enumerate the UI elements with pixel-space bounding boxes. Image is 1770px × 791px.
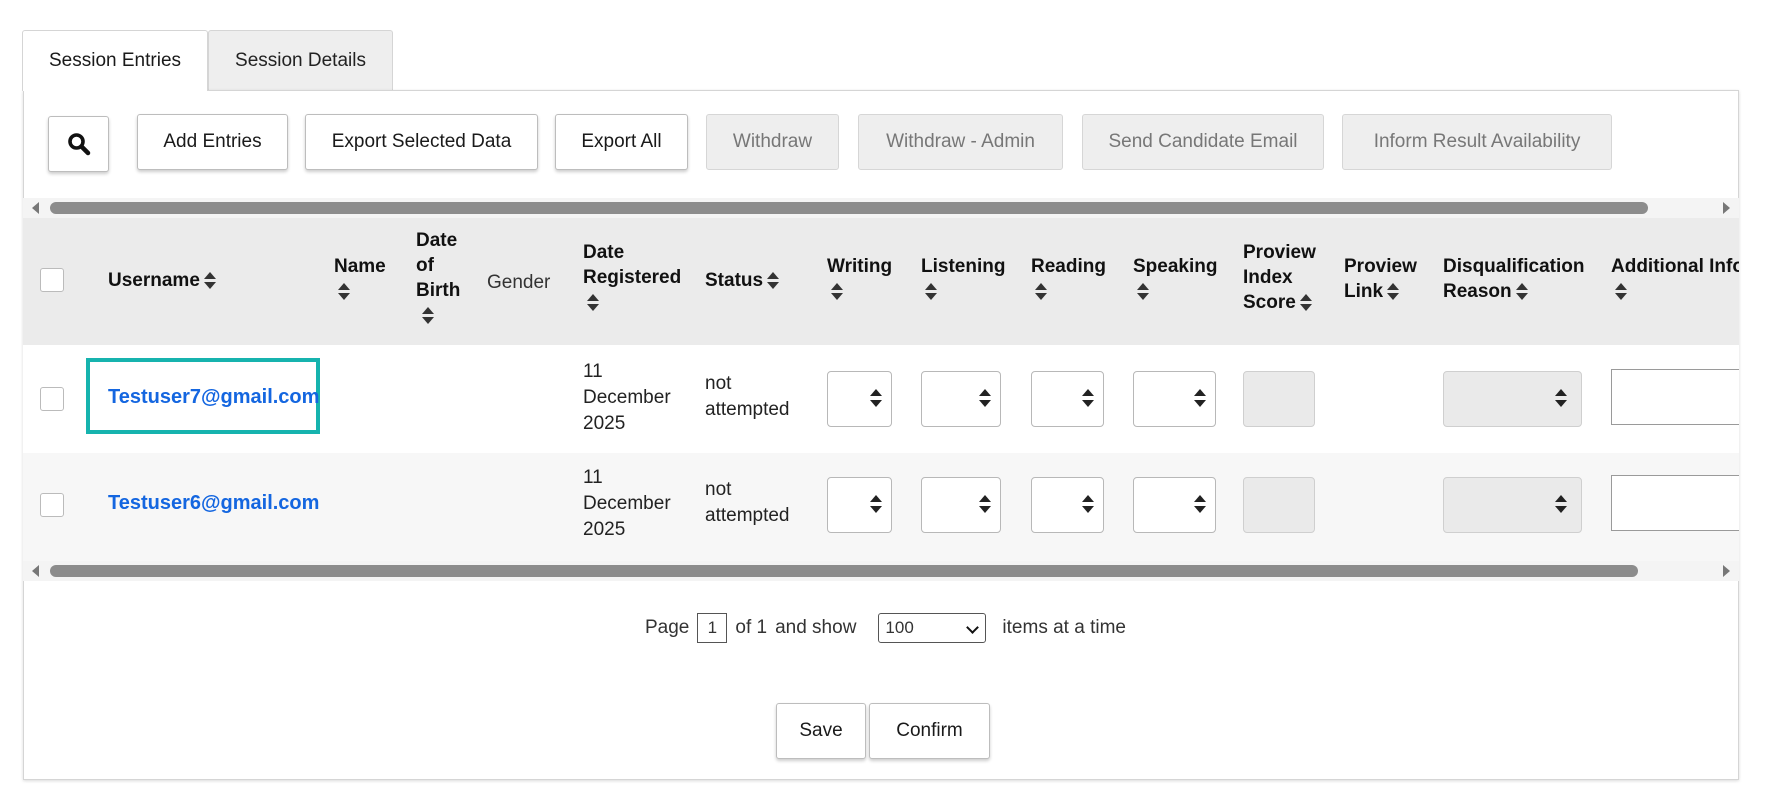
status-cell: not attempted [705,479,790,526]
table-row: Testuser6@gmail.com 11 December 2025 not… [23,453,1739,561]
confirm-button[interactable]: Confirm [869,703,990,759]
writing-score-input[interactable] [827,371,892,427]
add-entries-button[interactable]: Add Entries [137,114,288,170]
reading-score-input[interactable] [1031,477,1104,533]
sort-icon[interactable] [1615,282,1627,302]
send-candidate-email-button[interactable]: Send Candidate Email [1082,114,1324,170]
disqualification-reason-select[interactable] [1443,371,1582,427]
table-bottom-scrollbar[interactable] [23,561,1739,581]
sort-icon[interactable] [925,282,937,302]
spinner-icon[interactable] [870,495,882,515]
disqualification-reason-select[interactable] [1443,477,1582,533]
withdraw-button[interactable]: Withdraw [706,114,839,170]
date-registered-cell: 11 December 2025 [583,467,671,540]
sort-icon[interactable] [203,271,216,291]
date-registered-cell: 11 December 2025 [583,361,671,434]
select-all-checkbox[interactable] [40,268,64,292]
column-header-dob[interactable]: Date of Birth [416,228,466,328]
listening-score-input[interactable] [921,477,1001,533]
additional-info-input[interactable] [1611,475,1739,531]
column-header-proview-link[interactable]: Proview Link [1344,254,1424,304]
dropdown-icon [1555,495,1567,515]
column-header-username[interactable]: Username [108,268,216,293]
export-selected-data-button[interactable]: Export Selected Data [305,114,538,170]
reading-score-input[interactable] [1031,371,1104,427]
proview-score-field [1243,477,1315,533]
column-header-date-registered[interactable]: Date Registered [583,240,683,315]
column-header-name[interactable]: Name [334,254,394,304]
scroll-right-icon[interactable] [1723,565,1730,577]
sort-icon[interactable] [767,271,780,291]
sort-icon[interactable] [587,293,599,313]
scroll-left-icon[interactable] [32,565,39,577]
speaking-score-input[interactable] [1133,371,1216,427]
sort-icon[interactable] [422,306,434,326]
spinner-icon[interactable] [979,495,991,515]
entries-table: Username Name Date of Birth Gender Date … [23,218,1739,561]
username-link[interactable]: Testuser6@gmail.com [108,490,319,516]
additional-info-input[interactable] [1611,369,1739,425]
tab-bar: Session Entries Session Details [22,30,393,91]
spinner-icon[interactable] [1194,495,1206,515]
table-row: Testuser7@gmail.com 11 December 2025 not… [23,345,1739,453]
page-size-select[interactable]: 100 [878,613,987,643]
row-checkbox[interactable] [40,387,64,411]
page-label: Page [645,617,690,638]
scroll-right-icon[interactable] [1723,202,1730,214]
sort-icon[interactable] [1299,293,1312,313]
items-label: items at a time [1002,617,1126,638]
inform-result-availability-button[interactable]: Inform Result Availability [1342,114,1612,170]
dropdown-icon [1555,389,1567,409]
sort-icon[interactable] [831,282,843,302]
scrollbar-thumb[interactable] [50,202,1648,214]
tab-session-details[interactable]: Session Details [208,30,393,90]
column-header-additional-info[interactable]: Additional Info [1611,254,1739,304]
spinner-icon[interactable] [870,389,882,409]
and-show-label: and show [775,617,857,638]
chevron-down-icon [966,621,980,634]
save-button[interactable]: Save [776,703,866,759]
spinner-icon[interactable] [979,389,991,409]
sort-icon[interactable] [1035,282,1047,302]
sort-icon[interactable] [338,282,350,302]
column-header-proview-index-score[interactable]: Proview Index Score [1243,240,1323,315]
row-checkbox[interactable] [40,493,64,517]
spinner-icon[interactable] [1082,495,1094,515]
column-header-reading[interactable]: Reading [1031,254,1106,304]
scroll-left-icon[interactable] [32,202,39,214]
tab-session-entries[interactable]: Session Entries [22,30,209,91]
sort-icon[interactable] [1515,282,1528,302]
writing-score-input[interactable] [827,477,892,533]
column-header-writing[interactable]: Writing [827,254,892,304]
status-cell: not attempted [705,373,790,420]
pagination: Page 1 of 1 and show 100 items at a time [645,611,1126,645]
spinner-icon[interactable] [1194,389,1206,409]
table-header: Username Name Date of Birth Gender Date … [23,218,1739,345]
export-all-button[interactable]: Export All [555,114,688,170]
search-button[interactable] [48,116,109,172]
column-header-listening[interactable]: Listening [921,254,1005,304]
column-header-gender: Gender [487,272,551,293]
withdraw-admin-button[interactable]: Withdraw - Admin [858,114,1063,170]
spinner-icon[interactable] [1082,389,1094,409]
search-icon [67,133,90,156]
username-link[interactable]: Testuser7@gmail.com [108,384,319,410]
page-number-input[interactable]: 1 [697,613,728,643]
scrollbar-thumb[interactable] [50,565,1638,577]
speaking-score-input[interactable] [1133,477,1216,533]
sort-icon[interactable] [1387,282,1400,302]
proview-score-field [1243,371,1315,427]
column-header-disqualification-reason[interactable]: Disqualification Reason [1443,254,1603,304]
page-count-label: of 1 [735,617,768,638]
listening-score-input[interactable] [921,371,1001,427]
table-top-scrollbar[interactable] [23,198,1739,218]
column-header-status[interactable]: Status [705,268,780,293]
column-header-speaking[interactable]: Speaking [1133,254,1217,304]
sort-icon[interactable] [1137,282,1149,302]
